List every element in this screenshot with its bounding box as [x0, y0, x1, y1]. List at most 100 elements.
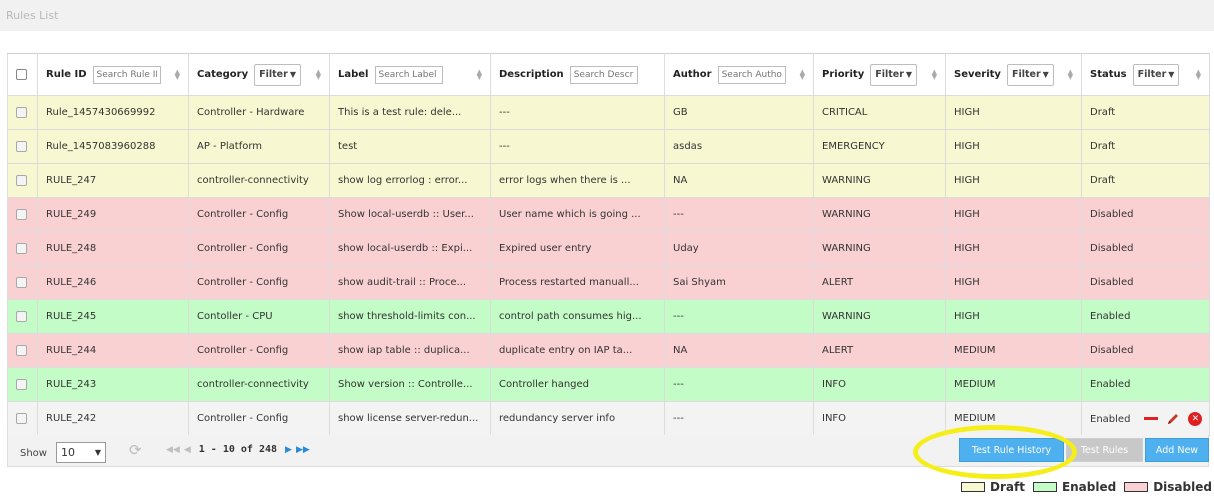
row-checkbox[interactable]	[16, 344, 27, 356]
status-cell: Disabled	[1081, 231, 1210, 266]
select-all-checkbox[interactable]	[16, 68, 27, 80]
author-header: Author	[673, 69, 712, 80]
row-checkbox[interactable]	[16, 208, 27, 220]
category-cell: Controller - Config	[188, 265, 330, 300]
priority-cell: WARNING	[813, 299, 946, 334]
next-page-icon[interactable]: ▶	[285, 445, 292, 455]
label-cell: show local-userdb :: Expi...	[329, 231, 491, 266]
table-row[interactable]: RULE_248 Controller - Config show local-…	[7, 231, 1210, 266]
status-text: Enabled	[1090, 413, 1131, 425]
status-cell: Disabled	[1081, 197, 1210, 232]
label-cell: Show version :: Controlle...	[329, 367, 491, 402]
priority-cell: INFO	[813, 367, 946, 402]
first-page-icon[interactable]: ◀◀	[166, 445, 180, 455]
description-cell: Controller hanged	[490, 367, 665, 402]
category-cell: controller-connectivity	[188, 367, 330, 402]
table-row[interactable]: RULE_243 controller-connectivity Show ve…	[7, 367, 1210, 402]
author-cell: ---	[664, 367, 814, 402]
priority-cell: ALERT	[813, 265, 946, 300]
rule-id-cell: RULE_244	[37, 333, 189, 368]
delete-icon[interactable]: ✕	[1188, 411, 1203, 426]
author-search-input[interactable]	[717, 65, 786, 84]
priority-cell: WARNING	[813, 231, 946, 266]
label-cell: show license server-redun...	[329, 401, 491, 436]
legend-swatch	[1124, 482, 1149, 492]
legend-draft: Draft	[961, 480, 1025, 494]
category-cell: controller-connectivity	[188, 163, 330, 198]
row-checkbox[interactable]	[16, 106, 27, 118]
col-priority: Priority Filter ▼ ▲ ▼	[813, 53, 946, 96]
category-cell: Contoller - CPU	[188, 299, 330, 334]
prev-page-icon[interactable]: ◀	[184, 445, 191, 455]
rule-id-search-input[interactable]	[92, 65, 161, 84]
rule-id-cell: RULE_248	[37, 231, 189, 266]
priority-cell: WARNING	[813, 163, 946, 198]
sort-icon[interactable]: ▲ ▼	[1068, 68, 1073, 80]
sort-icon[interactable]: ▲ ▼	[932, 68, 937, 80]
description-cell: error logs when there is ...	[490, 163, 665, 198]
category-header: Category	[197, 69, 249, 80]
show-label: Show	[20, 448, 47, 459]
rule-id-header: Rule ID	[46, 69, 87, 80]
severity-cell: HIGH	[945, 129, 1082, 164]
test-rules-button[interactable]: Test Rules	[1066, 438, 1143, 462]
rule-id-cell: RULE_247	[37, 163, 189, 198]
label-search-input[interactable]	[374, 65, 443, 84]
page-title: Rules List	[6, 9, 59, 22]
status-filter-select[interactable]: Filter ▼	[1132, 63, 1180, 86]
severity-cell: HIGH	[945, 163, 1082, 198]
page-size-select[interactable]: 10 ▼	[56, 442, 106, 463]
author-cell: ---	[664, 197, 814, 232]
title-bar: Rules List	[0, 0, 1214, 31]
severity-filter-select[interactable]: Filter ▼	[1006, 63, 1054, 86]
description-cell: Process restarted manuall...	[490, 265, 665, 300]
sort-icon[interactable]: ▲ ▼	[316, 68, 321, 80]
col-author: Author ▲▼	[664, 53, 814, 96]
col-description: Description	[490, 53, 665, 96]
sort-icon[interactable]: ▲ ▼	[175, 68, 180, 80]
edit-icon[interactable]	[1166, 412, 1180, 426]
disable-icon[interactable]	[1144, 417, 1159, 420]
row-checkbox[interactable]	[16, 412, 27, 424]
priority-filter-select[interactable]: Filter ▼	[870, 63, 918, 86]
row-checkbox[interactable]	[16, 242, 27, 254]
table-row[interactable]: RULE_247 controller-connectivity show lo…	[7, 163, 1210, 198]
sort-icon[interactable]: ▲ ▼	[800, 68, 805, 80]
author-cell: NA	[664, 163, 814, 198]
description-cell: duplicate entry on IAP ta...	[490, 333, 665, 368]
row-checkbox[interactable]	[16, 174, 27, 186]
severity-cell: HIGH	[945, 231, 1082, 266]
status-legend: Draft Enabled Disabled	[961, 480, 1212, 494]
table-row[interactable]: Rule_1457430669992 Controller - Hardware…	[7, 95, 1210, 130]
select-all-cell	[7, 53, 38, 96]
description-cell: Expired user entry	[490, 231, 665, 266]
table-row[interactable]: RULE_246 Controller - Config show audit-…	[7, 265, 1210, 300]
status-cell: Disabled	[1081, 333, 1210, 368]
status-cell: Enabled	[1081, 299, 1210, 334]
priority-header: Priority	[822, 69, 865, 80]
rule-id-cell: RULE_246	[37, 265, 189, 300]
sort-icon[interactable]: ▲ ▼	[477, 68, 482, 80]
description-search-input[interactable]	[569, 65, 638, 84]
row-checkbox[interactable]	[16, 140, 27, 152]
row-checkbox[interactable]	[16, 378, 27, 390]
table-row[interactable]: Rule_1457083960288 AP - Platform test --…	[7, 129, 1210, 164]
category-filter-select[interactable]: Filter ▼	[254, 63, 301, 86]
add-new-button[interactable]: Add New	[1145, 438, 1209, 462]
category-cell: Controller - Config	[188, 333, 330, 368]
status-header: Status	[1090, 69, 1127, 80]
row-checkbox[interactable]	[16, 276, 27, 288]
refresh-icon[interactable]: ⟳	[129, 441, 142, 459]
last-page-icon[interactable]: ▶▶	[296, 445, 310, 455]
table-row[interactable]: RULE_249 Controller - Config Show local-…	[7, 197, 1210, 232]
rule-id-cell: RULE_242	[37, 401, 189, 436]
table-row[interactable]: RULE_244 Controller - Config show iap ta…	[7, 333, 1210, 368]
sort-icon[interactable]: ▲ ▼	[1196, 68, 1201, 80]
caret-down-icon: ▼	[905, 70, 913, 79]
col-rule-id: Rule ID ▲▼	[37, 53, 189, 96]
description-cell: control path consumes hig...	[490, 299, 665, 334]
row-checkbox[interactable]	[16, 310, 27, 322]
table-row[interactable]: RULE_245 Contoller - CPU show threshold-…	[7, 299, 1210, 334]
author-cell: GB	[664, 95, 814, 130]
severity-header: Severity	[954, 69, 1001, 80]
